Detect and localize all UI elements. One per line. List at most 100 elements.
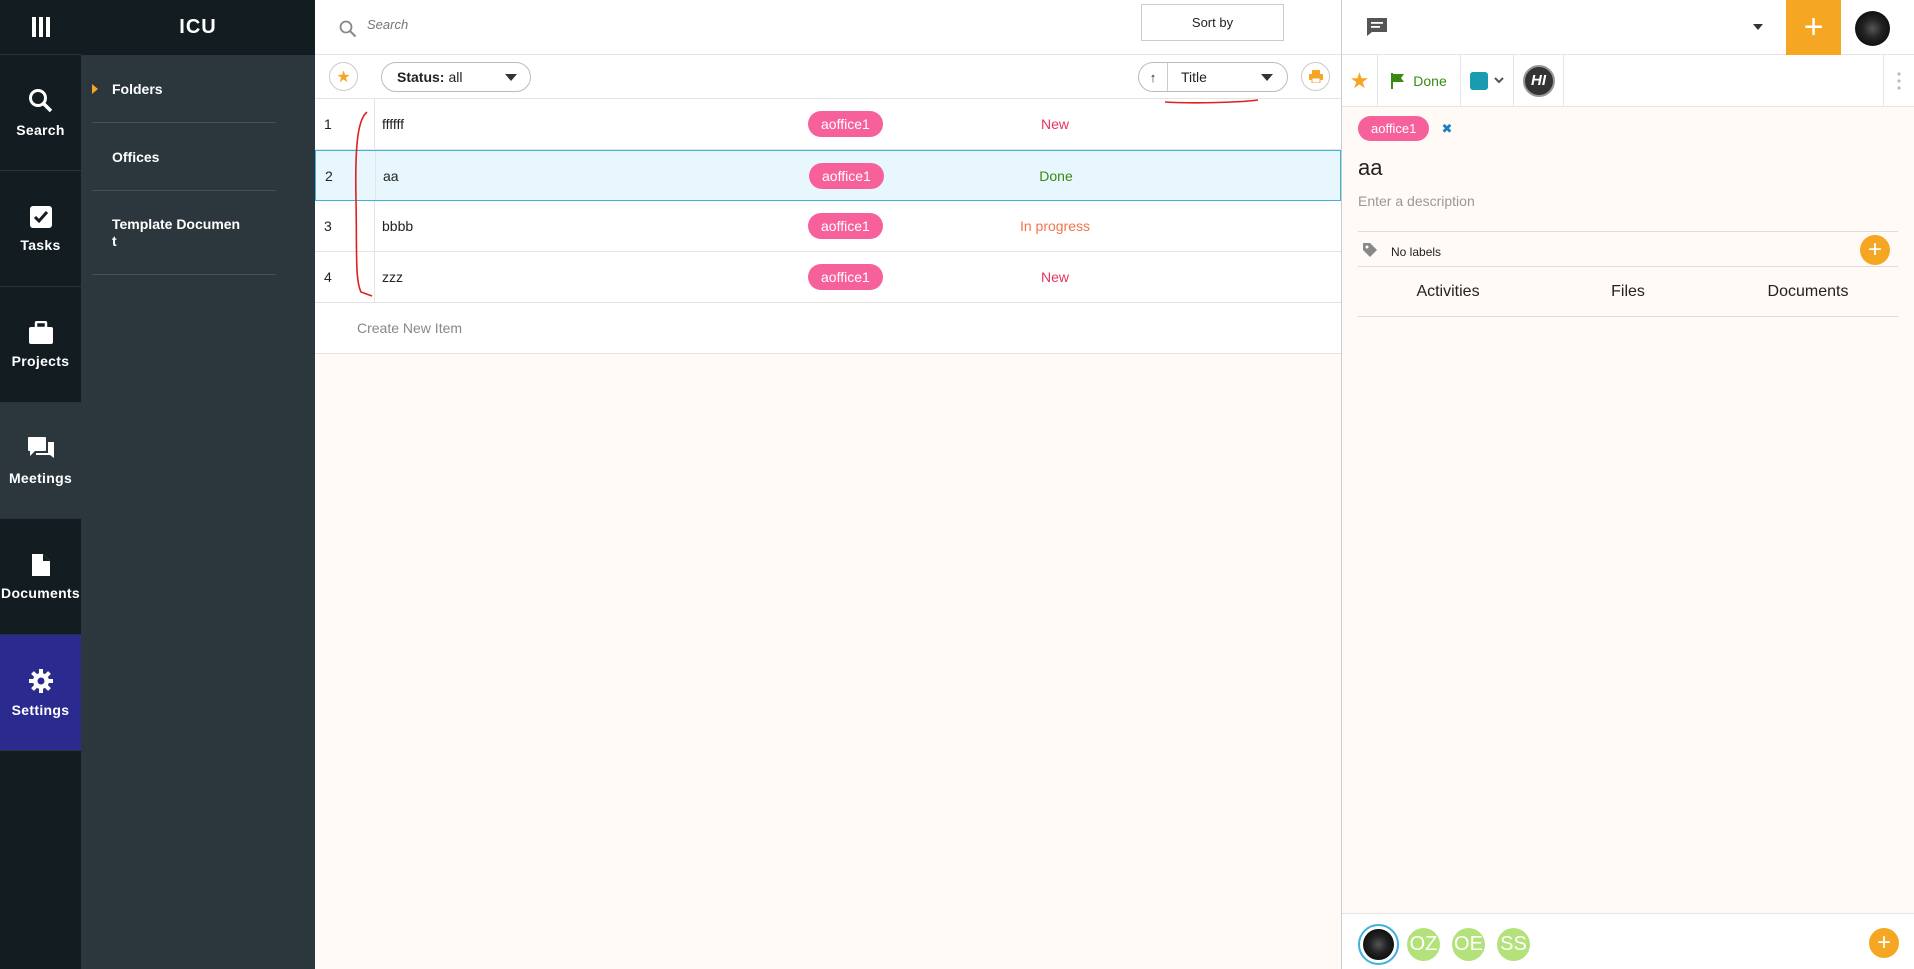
status-filter-dropdown[interactable]: Status: all — [381, 62, 531, 92]
task-title[interactable]: aa — [1358, 155, 1898, 181]
color-picker[interactable] — [1461, 55, 1514, 106]
tree-item-offices[interactable]: Offices — [92, 123, 276, 191]
tree-item-label: Folders — [112, 80, 163, 97]
printer-icon — [1308, 70, 1323, 83]
sort-direction-button[interactable]: ↑ — [1139, 63, 1168, 91]
chevron-down-icon — [1494, 77, 1504, 84]
status-value: Done — [1413, 72, 1447, 89]
watcher-avatar[interactable]: SS — [1497, 928, 1530, 961]
row-number: 1 — [324, 116, 332, 132]
app-title: ICU — [81, 0, 315, 55]
search-input[interactable] — [367, 17, 867, 32]
check-icon — [29, 205, 52, 228]
chat-bubbles-icon — [27, 436, 54, 458]
chat-icon[interactable] — [1366, 17, 1388, 37]
list-item[interactable]: 2 aa aoffice1 Done — [315, 150, 1341, 201]
detail-tabs: Activities Files Documents — [1358, 267, 1898, 317]
row-title: aa — [383, 167, 399, 184]
row-status[interactable]: In progress — [1005, 218, 1105, 234]
watcher-avatar[interactable]: OE — [1452, 928, 1485, 961]
nav-label: Documents — [1, 584, 80, 601]
chevron-down-icon[interactable] — [1753, 24, 1763, 30]
star-button[interactable]: ★ — [1342, 55, 1378, 106]
row-title: zzz — [382, 269, 403, 285]
plus-icon: + — [1803, 8, 1824, 46]
row-status[interactable]: Done — [1006, 168, 1106, 184]
detail-header: + — [1342, 0, 1914, 55]
add-watcher-button[interactable]: + — [1869, 928, 1899, 958]
add-button[interactable]: + — [1786, 0, 1841, 55]
star-icon: ★ — [1349, 67, 1370, 93]
detail-body: aoffice1 ✖ aa Enter a description No lab… — [1342, 107, 1914, 317]
current-user-avatar[interactable] — [1358, 924, 1399, 965]
row-number: 2 — [325, 167, 333, 184]
star-filter-button[interactable]: ★ — [329, 62, 358, 91]
row-status[interactable]: New — [1005, 116, 1105, 132]
remove-tag-icon[interactable]: ✖ — [1441, 121, 1452, 136]
status-button[interactable]: Done — [1378, 55, 1461, 106]
detail-toolbar: ★ Done HI — [1342, 55, 1914, 107]
assignee-avatar[interactable]: HI — [1514, 55, 1564, 106]
plus-icon: + — [1876, 929, 1891, 956]
row-title: ffffff — [382, 116, 405, 132]
watcher-avatar[interactable]: OZ — [1407, 928, 1440, 961]
tab-files[interactable]: Files — [1538, 283, 1718, 301]
print-button[interactable] — [1301, 62, 1330, 91]
labels-row: No labels + — [1358, 231, 1898, 267]
nav-label: Meetings — [8, 469, 73, 486]
nav-projects[interactable]: Projects — [0, 287, 81, 403]
description-field[interactable]: Enter a description — [1358, 193, 1898, 209]
nav-label: Settings — [11, 701, 70, 718]
watchers-bar: OZ OE SS + — [1342, 913, 1914, 969]
office-tag[interactable]: aoffice1 — [808, 264, 883, 290]
sort-by-tooltip: Sort by — [1141, 4, 1284, 41]
office-tag[interactable]: aoffice1 — [808, 213, 883, 239]
create-new-item[interactable]: Create New Item — [315, 303, 1341, 354]
library-icon — [31, 17, 50, 37]
briefcase-icon — [28, 320, 53, 344]
row-number: 3 — [324, 218, 332, 234]
status-filter-label: Status: — [397, 69, 445, 85]
office-tag[interactable]: aoffice1 — [809, 162, 884, 189]
plus-icon: + — [1867, 236, 1882, 263]
list-item[interactable]: 4 zzz aoffice1 New — [315, 252, 1341, 303]
nav-meetings[interactable]: Meetings — [0, 403, 81, 519]
list-item[interactable]: 3 bbbb aoffice1 In progress — [315, 201, 1341, 252]
chevron-down-icon — [1261, 74, 1273, 81]
color-swatch — [1470, 71, 1488, 90]
tree-item-label: Template Documen t — [112, 215, 241, 249]
office-tag[interactable]: aoffice1 — [808, 111, 883, 137]
task-detail-panel: + ★ Done HI aoffice1 ✖ aa Enter a descri… — [1342, 0, 1914, 969]
menu-toggle-button[interactable] — [0, 0, 81, 55]
tag-icon — [1363, 243, 1377, 257]
filter-bar: ★ Status: all ↑ Title — [315, 55, 1341, 99]
sort-control: ↑ Title — [1138, 62, 1288, 92]
tree-item-template-documents[interactable]: Template Documen t — [92, 191, 276, 275]
row-status[interactable]: New — [1005, 269, 1105, 285]
user-avatar[interactable] — [1855, 11, 1890, 46]
nav-tasks[interactable]: Tasks — [0, 171, 81, 287]
labels-text: No labels — [1391, 245, 1442, 259]
nav-label: Tasks — [20, 236, 61, 253]
list-item[interactable]: 1 ffffff aoffice1 New — [315, 99, 1341, 150]
gear-icon — [28, 668, 53, 693]
more-options-button[interactable] — [1884, 55, 1914, 106]
nav-settings[interactable]: Settings — [0, 635, 81, 751]
add-label-button[interactable]: + — [1860, 235, 1890, 265]
nav-documents[interactable]: Documents — [0, 519, 81, 635]
row-number: 4 — [324, 269, 332, 285]
flag-icon — [1391, 72, 1405, 89]
sort-field-select[interactable]: Title — [1168, 69, 1207, 85]
vertical-dots-icon — [1897, 71, 1901, 90]
main-nav-rail: Search Tasks Projects Meetings Documents… — [0, 0, 81, 969]
row-title: bbbb — [382, 218, 414, 234]
tree-item-folders[interactable]: Folders — [92, 55, 276, 123]
chevron-down-icon — [505, 74, 517, 81]
nav-search[interactable]: Search — [0, 55, 81, 171]
tab-documents[interactable]: Documents — [1718, 283, 1898, 301]
item-list-panel: Sort by ★ Status: all ↑ Title 1 ffffff a… — [315, 0, 1342, 969]
tab-activities[interactable]: Activities — [1358, 283, 1538, 301]
document-icon — [31, 553, 50, 576]
office-tag[interactable]: aoffice1 — [1358, 116, 1430, 141]
search-icon — [28, 88, 52, 112]
